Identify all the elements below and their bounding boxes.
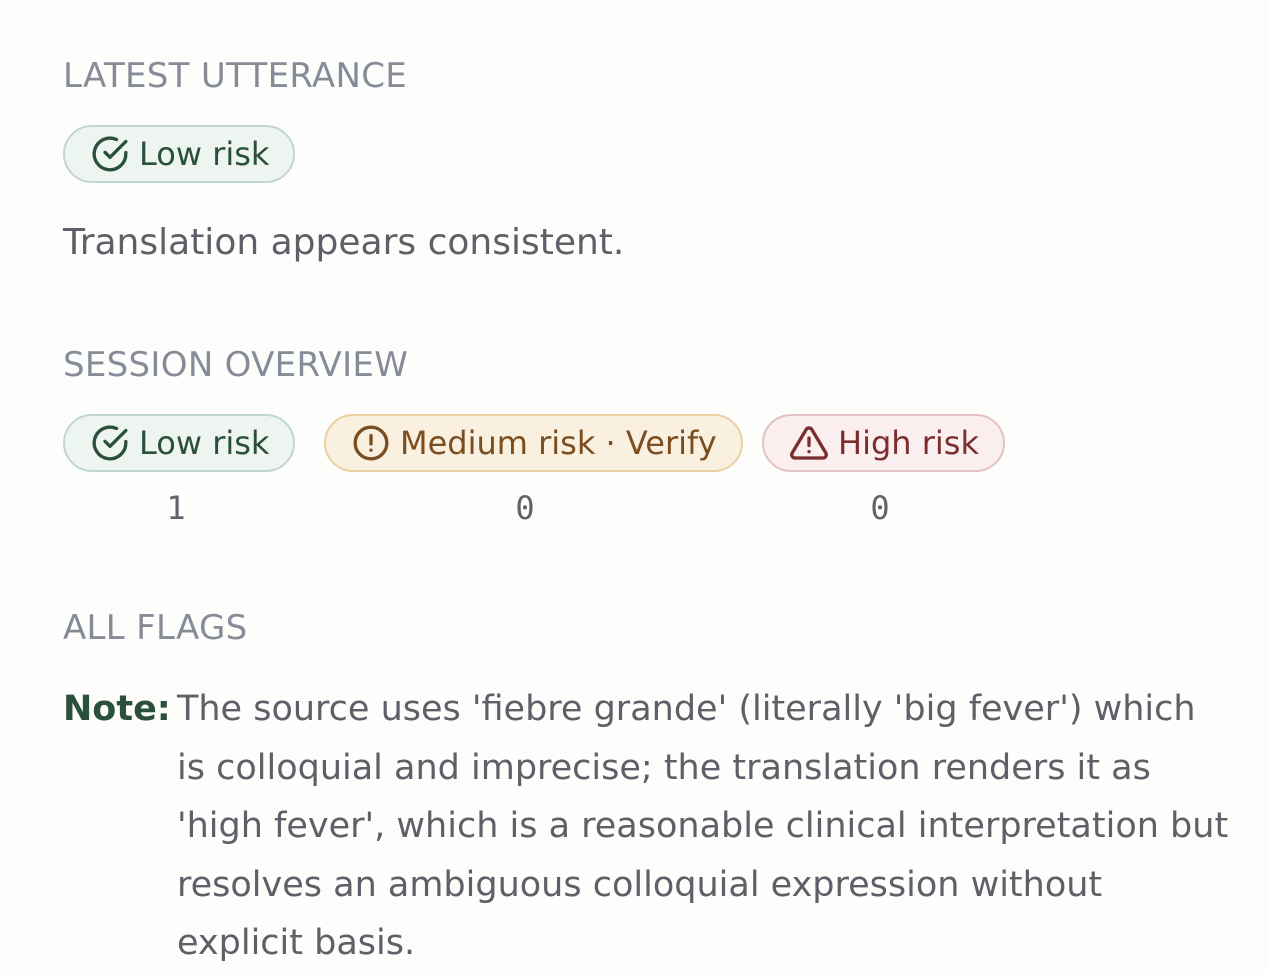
flag-description: The source uses 'fiebre grande' (literal… xyxy=(177,689,1229,963)
overview-low-risk-count: 1 xyxy=(166,489,186,527)
latest-risk-badge: Low risk xyxy=(63,125,296,183)
all-flags-heading: ALL FLAGS xyxy=(63,608,248,648)
latest-utterance-message: Translation appears consistent. xyxy=(63,222,625,263)
flag-item: Note: The source uses 'fiebre grande' (l… xyxy=(63,680,1233,973)
overview-high-risk-count: 0 xyxy=(870,489,890,527)
warning-triangle-icon xyxy=(790,426,828,460)
session-overview-heading: SESSION OVERVIEW xyxy=(63,345,409,385)
latest-utterance-heading: LATEST UTTERANCE xyxy=(63,56,408,96)
check-circle-icon xyxy=(92,425,128,461)
overview-medium-risk-label: Medium risk · Verify xyxy=(400,424,717,462)
overview-low-risk-badge: Low risk xyxy=(63,414,296,472)
flag-severity-label: Note: xyxy=(63,689,171,729)
overview-medium-risk-badge: Medium risk · Verify xyxy=(324,414,743,472)
exclamation-circle-icon xyxy=(353,425,389,461)
overview-low-risk-label: Low risk xyxy=(139,424,270,462)
check-circle-icon xyxy=(92,136,128,172)
overview-high-risk-badge: High risk xyxy=(762,414,1005,472)
overview-medium-risk-count: 0 xyxy=(515,489,535,527)
overview-high-risk-label: High risk xyxy=(838,424,979,462)
latest-risk-badge-label: Low risk xyxy=(139,135,270,173)
